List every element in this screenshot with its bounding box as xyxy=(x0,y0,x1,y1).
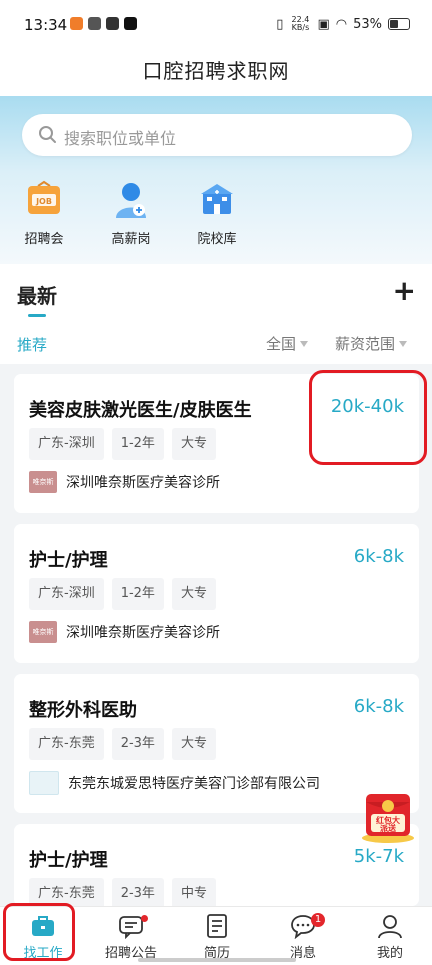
home-indicator xyxy=(138,958,296,962)
job-tag: 广东-深圳 xyxy=(29,578,104,610)
notification-app-icon xyxy=(106,17,119,30)
company-row: 唯奈斯 深圳唯奈斯医疗美容诊所 xyxy=(29,621,220,643)
tiktok-icon xyxy=(124,17,137,30)
dropdown-icon xyxy=(399,341,408,347)
filter-salary[interactable]: 薪资范围 xyxy=(335,333,408,354)
red-packet-float[interactable]: 红包大派送 xyxy=(358,788,418,844)
job-tag: 广东-东莞 xyxy=(29,728,104,760)
resume-icon xyxy=(182,913,252,939)
sim-icon: ▣ xyxy=(317,16,330,32)
tab-resume[interactable]: 简历 xyxy=(182,913,252,961)
quick-link-label: 高薪岗 xyxy=(111,232,151,247)
job-fair-icon: JOB xyxy=(24,180,64,220)
user-icon xyxy=(355,913,425,939)
job-salary: 6k-8k xyxy=(353,696,404,717)
job-salary: 6k-8k xyxy=(353,546,404,567)
hero-banner: 搜索职位或单位 JOB 招聘会 高薪岗 院校库 xyxy=(0,96,432,264)
svg-text:JOB: JOB xyxy=(35,197,52,206)
highlight-box xyxy=(3,903,75,961)
company-logo: 唯奈斯 xyxy=(29,471,57,493)
message-icon xyxy=(96,913,166,940)
job-title: 护士/护理 xyxy=(29,850,108,871)
add-button[interactable]: + xyxy=(393,274,416,307)
tab-messages[interactable]: 1 消息 xyxy=(268,913,338,961)
net-speed: 22.4 KB/s xyxy=(291,15,310,32)
job-tags: 广东-东莞 2-3年 大专 xyxy=(29,728,216,760)
status-time: 13:34 xyxy=(24,16,68,34)
job-tag: 大专 xyxy=(171,578,216,610)
job-card[interactable]: 护士/护理 6k-8k 广东-深圳 1-2年 大专 唯奈斯 深圳唯奈斯医疗美容诊… xyxy=(14,524,419,663)
dropdown-icon xyxy=(300,341,309,347)
tab-profile[interactable]: 我的 xyxy=(355,913,425,961)
highlight-box xyxy=(309,370,427,465)
job-tags: 广东-深圳 1-2年 大专 xyxy=(29,428,216,460)
job-tag: 1-2年 xyxy=(111,428,164,460)
tab-announcements[interactable]: 招聘公告 xyxy=(96,913,166,961)
section-title: 最新 xyxy=(17,284,57,308)
high-salary-icon xyxy=(111,180,151,220)
search-placeholder: 搜索职位或单位 xyxy=(64,129,177,148)
vibrate-icon: ▯ xyxy=(276,16,284,32)
school-icon xyxy=(197,180,237,220)
notification-app-icon xyxy=(70,17,83,30)
status-bar: 13:34 ▯ 22.4 KB/s ▣ ◠ 53% xyxy=(0,0,432,50)
status-right: ▯ 22.4 KB/s ▣ ◠ 53% xyxy=(276,16,410,32)
quick-link-high-salary[interactable]: 高薪岗 xyxy=(96,180,166,247)
red-packet-text: 红包大派送 xyxy=(376,816,400,833)
quick-link-label: 院校库 xyxy=(197,232,237,247)
notification-app-icon xyxy=(88,17,101,30)
wifi-icon: ◠ xyxy=(335,16,348,32)
battery-icon xyxy=(388,18,410,30)
job-title: 整形外科医助 xyxy=(29,700,137,721)
status-app-icons xyxy=(70,17,137,30)
job-tag: 2-3年 xyxy=(111,728,164,760)
tab-label: 我的 xyxy=(376,946,403,961)
filter-region-label: 全国 xyxy=(266,335,297,353)
company-logo: 唯奈斯 xyxy=(29,621,57,643)
filter-region[interactable]: 全国 xyxy=(266,333,309,354)
company-name: 深圳唯奈斯医疗美容诊所 xyxy=(66,475,220,491)
search-input[interactable]: 搜索职位或单位 xyxy=(22,114,412,156)
battery-percent: 53% xyxy=(353,16,382,32)
company-row: 东莞东城爱思特医疗美容门诊部有限公司 xyxy=(29,771,320,795)
quick-link-school[interactable]: 院校库 xyxy=(182,180,252,247)
company-name: 东莞东城爱思特医疗美容门诊部有限公司 xyxy=(68,776,320,792)
company-logo xyxy=(29,771,59,795)
job-tag: 大专 xyxy=(171,728,216,760)
job-salary: 5k-7k xyxy=(353,846,404,867)
job-tag: 广东-深圳 xyxy=(29,428,104,460)
job-tag: 大专 xyxy=(171,428,216,460)
page-title: 口腔招聘求职网 xyxy=(0,50,432,96)
job-title: 护士/护理 xyxy=(29,550,108,571)
company-row: 唯奈斯 深圳唯奈斯医疗美容诊所 xyxy=(29,471,220,493)
notification-dot xyxy=(141,915,148,922)
section-underline xyxy=(28,314,46,317)
filter-salary-label: 薪资范围 xyxy=(335,335,396,353)
quick-link-job-fair[interactable]: JOB 招聘会 xyxy=(9,180,79,247)
job-title: 美容皮肤激光医生/皮肤医生 xyxy=(29,400,252,421)
quick-link-label: 招聘会 xyxy=(24,232,64,247)
search-icon xyxy=(39,126,56,143)
chat-icon: 1 xyxy=(268,913,338,940)
company-name: 深圳唯奈斯医疗美容诊所 xyxy=(66,625,220,641)
list-header: 最新 + 推荐 全国 薪资范围 xyxy=(0,264,432,364)
job-tags: 广东-深圳 1-2年 大专 xyxy=(29,578,216,610)
job-tag: 1-2年 xyxy=(111,578,164,610)
message-count-badge: 1 xyxy=(311,913,325,927)
tab-recommend[interactable]: 推荐 xyxy=(17,334,47,355)
